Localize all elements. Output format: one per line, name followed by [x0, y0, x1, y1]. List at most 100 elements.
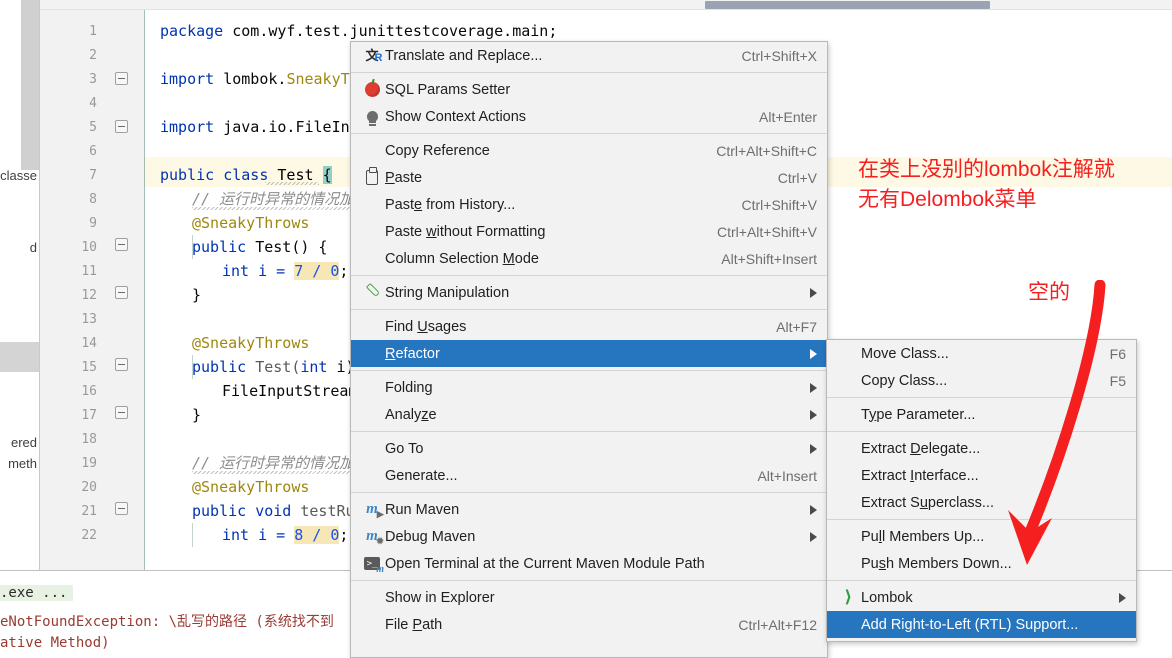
editor-context-menu[interactable]: 文 R Translate and Replace... Ctrl+Shift+X SQ… — [350, 41, 828, 658]
chevron-right-icon — [810, 382, 817, 393]
chevron-right-icon — [1119, 592, 1126, 603]
code-token-text: ; — [339, 526, 349, 544]
menu-item-lombok[interactable]: ⟩ Lombok — [827, 584, 1136, 611]
menu-item-icon-slot — [359, 405, 385, 425]
menu-item-open-terminal-at-the-current-maven-module-path[interactable]: >_ m Open Terminal at the Current Maven Mo… — [351, 550, 827, 577]
code-token-text: ; — [339, 262, 349, 280]
menu-item-show-in-explorer[interactable]: Show in Explorer — [351, 584, 827, 611]
fold-marker[interactable] — [115, 72, 128, 85]
translate-icon: 文R — [365, 48, 383, 64]
annotation-note-line-2: 无有Delombok菜单 — [858, 188, 1037, 211]
code-line-12: } — [192, 286, 202, 304]
menu-item-label: Copy Reference — [385, 142, 490, 159]
editor-fold-column[interactable] — [106, 10, 144, 570]
menu-item-icon-slot — [359, 378, 385, 398]
menu-item-file-path[interactable]: File Path Ctrl+Alt+F12 — [351, 611, 827, 638]
left-strip-fragment: d — [29, 240, 37, 255]
code-token-keyword: public — [192, 358, 256, 376]
code-token-keyword: int i = — [222, 262, 295, 280]
code-line-10: public Test() { — [192, 240, 327, 255]
gutter-line-number: 8 — [89, 192, 97, 207]
menu-item-sql-params-setter[interactable]: SQL Params Setter — [351, 76, 827, 103]
fold-marker[interactable] — [115, 358, 128, 371]
menu-item-generate[interactable]: Generate... Alt+Insert — [351, 462, 827, 489]
menu-item-move-class[interactable]: Move Class... F6 — [827, 340, 1136, 367]
menu-item-debug-maven[interactable]: m ✹ Debug Maven — [351, 523, 827, 550]
fold-marker[interactable] — [115, 120, 128, 133]
code-line-1: package com.wyf.test.junittestcoverage.m… — [160, 24, 557, 39]
fold-marker[interactable] — [115, 502, 128, 515]
menu-item-icon-slot — [359, 317, 385, 337]
menu-separator — [827, 519, 1136, 520]
left-strip-fragment: classe — [0, 168, 37, 183]
menu-item-shortcut: Ctrl+Alt+Shift+C — [716, 142, 817, 159]
code-line-9: @SneakyThrows — [192, 214, 310, 232]
menu-item-analyze[interactable]: Analyze — [351, 401, 827, 428]
menu-separator — [351, 72, 827, 73]
code-line-15: public Test(int i) { — [192, 360, 373, 375]
gutter-line-number: 11 — [81, 264, 97, 279]
menu-item-label: Paste — [385, 169, 423, 186]
gutter-line-number: 5 — [89, 120, 97, 135]
terminal-maven-icon: >_ m — [359, 554, 385, 575]
menu-item-find-usages[interactable]: Find Usages Alt+F7 — [351, 313, 827, 340]
code-token-text: Test() { — [255, 238, 328, 256]
code-token-text: lombok. — [214, 70, 287, 88]
fold-marker[interactable] — [115, 286, 128, 299]
menu-item-icon-slot — [359, 439, 385, 459]
left-strip-selected-row[interactable] — [0, 342, 39, 372]
code-token-number: 8 / 0 — [294, 526, 340, 544]
menu-item-column-selection-mode[interactable]: Column Selection Mode Alt+Shift+Insert — [351, 245, 827, 272]
chevron-right-icon — [810, 504, 817, 515]
console-stacktrace-line: ative Method) — [0, 635, 110, 651]
fold-marker[interactable] — [115, 238, 128, 251]
chevron-right-icon — [810, 531, 817, 542]
menu-separator — [351, 309, 827, 310]
menu-item-icon-slot — [835, 405, 861, 425]
menu-item-push-members-down[interactable]: Push Members Down... — [827, 550, 1136, 577]
refactor-submenu[interactable]: Move Class... F6 Copy Class... F5 Type Param… — [826, 339, 1137, 642]
console-command-line: .exe ... — [0, 585, 74, 601]
menu-item-folding[interactable]: Folding — [351, 374, 827, 401]
gutter-line-number: 10 — [81, 240, 97, 255]
code-token-brace: { — [322, 166, 332, 184]
menu-item-icon-slot — [359, 195, 385, 215]
menu-item-paste-from-history[interactable]: Paste from History... Ctrl+Shift+V — [351, 191, 827, 218]
menu-item-icon-slot — [359, 466, 385, 486]
menu-item-extract-delegate[interactable]: Extract Delegate... — [827, 435, 1136, 462]
fold-marker[interactable] — [115, 406, 128, 419]
gutter-line-number: 13 — [81, 312, 97, 327]
menu-item-pull-members-up[interactable]: Pull Members Up... — [827, 523, 1136, 550]
gutter-line-number: 17 — [81, 408, 97, 423]
menu-item-refactor[interactable]: Refactor — [351, 340, 827, 367]
menu-item-label: Column Selection Mode — [385, 250, 539, 267]
gutter-line-number: 3 — [89, 72, 97, 87]
menu-item-copy-reference[interactable]: Copy Reference Ctrl+Alt+Shift+C — [351, 137, 827, 164]
menu-item-show-context-actions[interactable]: Show Context Actions Alt+Enter — [351, 103, 827, 130]
menu-item-paste[interactable]: Paste Ctrl+V — [351, 164, 827, 191]
editor-left-border — [144, 10, 145, 570]
menu-item-add-right-to-left-rtl-support[interactable]: Add Right-to-Left (RTL) Support... — [827, 611, 1136, 638]
menu-separator — [351, 275, 827, 276]
menu-item-copy-class[interactable]: Copy Class... F5 — [827, 367, 1136, 394]
menu-item-shortcut: F5 — [1109, 372, 1126, 389]
menu-item-label: Copy Class... — [861, 372, 948, 389]
sql-params-icon — [359, 80, 385, 100]
menu-item-label: Extract Interface... — [861, 467, 979, 484]
menu-item-extract-superclass[interactable]: Extract Superclass... — [827, 489, 1136, 516]
horizontal-scrollbar-track[interactable] — [40, 0, 1172, 10]
menu-item-go-to[interactable]: Go To — [351, 435, 827, 462]
menu-item-extract-interface[interactable]: Extract Interface... — [827, 462, 1136, 489]
menu-item-translate-and-replace[interactable]: 文 R Translate and Replace... Ctrl+Shift+X — [351, 42, 827, 69]
menu-item-paste-without-formatting[interactable]: Paste without Formatting Ctrl+Alt+Shift+V — [351, 218, 827, 245]
menu-item-icon-slot — [835, 554, 861, 574]
indent-guide — [192, 523, 193, 547]
menu-item-string-manipulation[interactable]: String Manipulation — [351, 279, 827, 306]
code-token-keyword: import — [160, 70, 215, 88]
left-strip-scrollbar[interactable] — [21, 0, 39, 170]
horizontal-scrollbar-thumb[interactable] — [705, 1, 990, 9]
menu-item-run-maven[interactable]: m ▶ Run Maven — [351, 496, 827, 523]
menu-item-type-parameter[interactable]: Type Parameter... — [827, 401, 1136, 428]
menu-item-label: Add Right-to-Left (RTL) Support... — [861, 616, 1079, 633]
left-tool-strip: classe d ered meth — [0, 0, 40, 570]
